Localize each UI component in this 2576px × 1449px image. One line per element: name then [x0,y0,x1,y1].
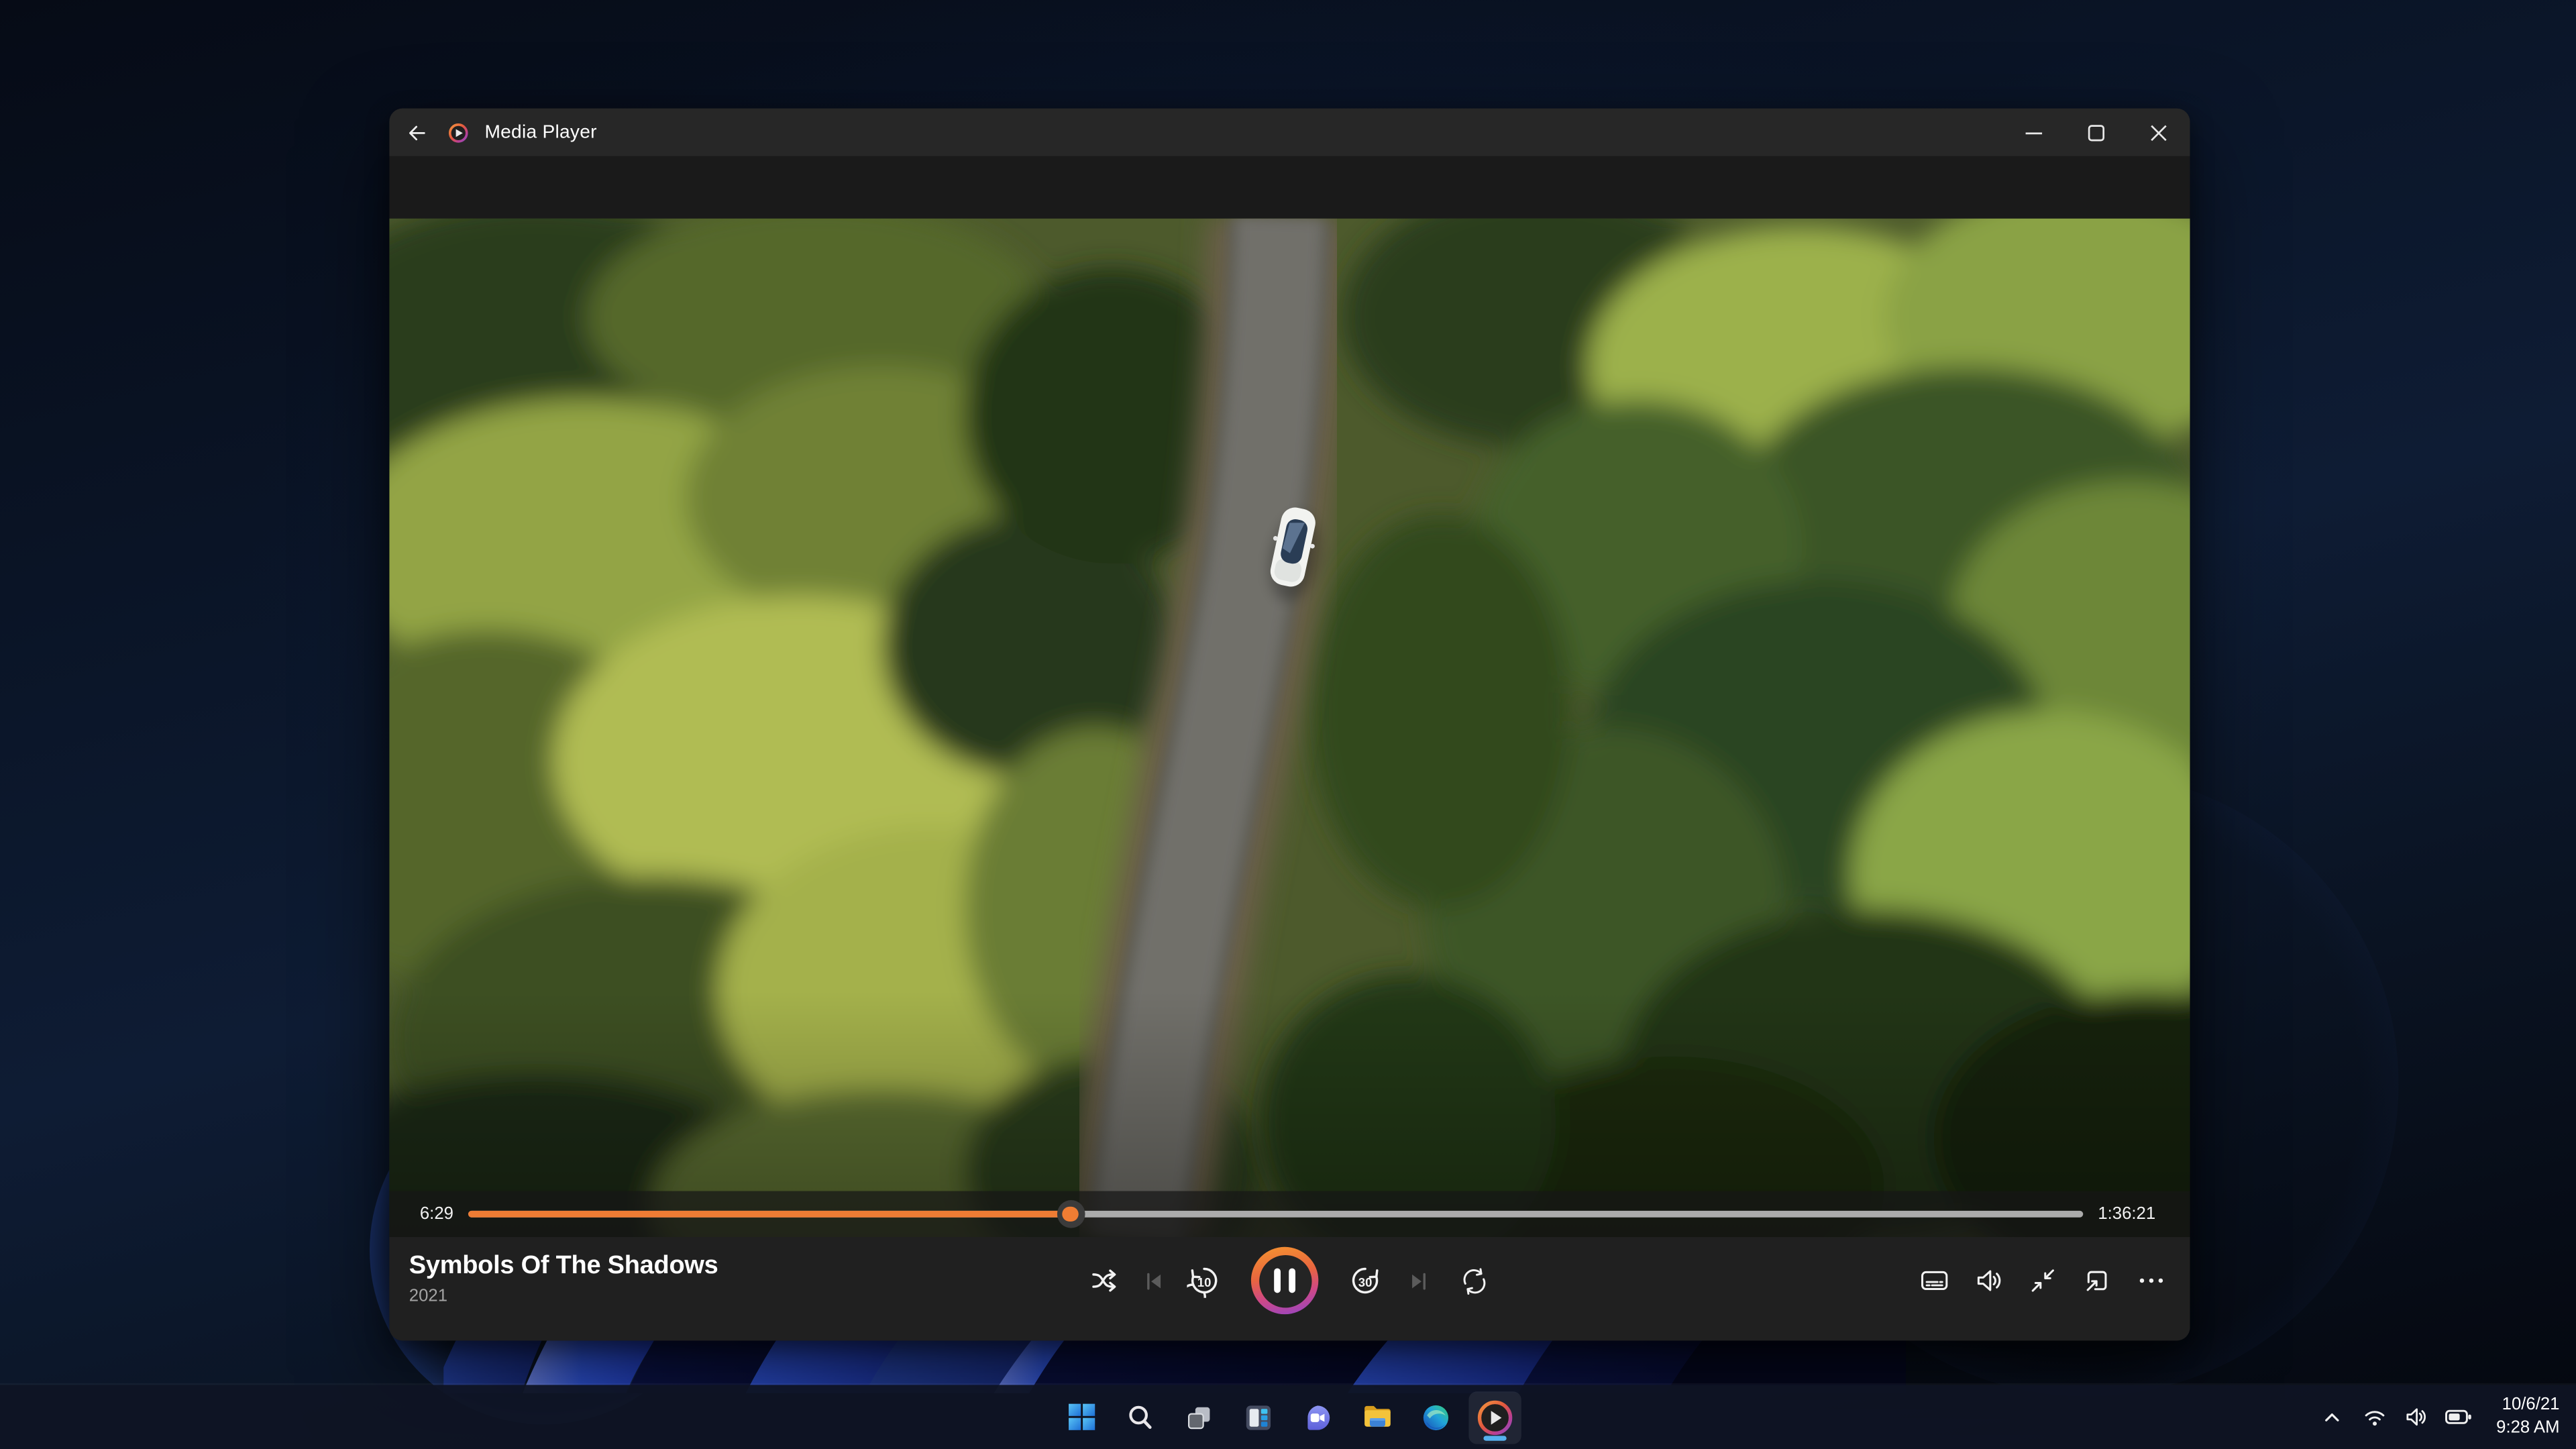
more-options-icon [2135,1265,2166,1297]
skip-back-10-button[interactable]: 10 [1187,1263,1221,1297]
chevron-up-icon [2321,1406,2343,1428]
media-player-app-icon [449,122,468,142]
transport-controls: 10 30 [1088,1237,1491,1324]
repeat-button[interactable] [1458,1264,1491,1297]
pause-icon [1258,1254,1311,1307]
seek-thumb[interactable] [1057,1200,1085,1228]
previous-button[interactable] [1138,1264,1171,1297]
seek-progress-fill [468,1212,1071,1217]
titlebar: Media Player [389,109,2190,156]
minimize-icon [2021,119,2047,146]
tray-chevron-button[interactable] [2316,1397,2349,1437]
media-player-taskbar-button[interactable] [1468,1391,1521,1443]
close-button[interactable] [2127,109,2190,156]
next-icon [1407,1269,1430,1292]
tray-time: 9:28 AM [2496,1417,2559,1438]
subtitles-button[interactable] [1917,1264,1950,1297]
media-player-window: Media Player [389,109,2190,1341]
skip-forward-30-button[interactable]: 30 [1348,1263,1382,1297]
next-button[interactable] [1402,1264,1435,1297]
current-time: 6:29 [409,1204,453,1224]
media-title: Symbols Of The Shadows [409,1252,718,1280]
previous-icon [1142,1269,1165,1292]
widgets-button[interactable] [1232,1391,1285,1443]
wifi-icon [2363,1405,2387,1430]
search-icon [1126,1402,1155,1432]
window-title: Media Player [484,122,596,142]
wifi-button[interactable] [2360,1397,2390,1437]
system-tray: 10/6/21 9:28 AM [2316,1385,2560,1449]
subtitles-icon [1918,1265,1949,1297]
svg-text:30: 30 [1358,1275,1373,1289]
file-explorer-button[interactable] [1350,1391,1403,1443]
taskbar-center-icons [1055,1391,1521,1443]
seek-track[interactable] [468,1212,2083,1217]
back-arrow-icon [406,121,429,144]
windows-start-icon [1067,1403,1095,1431]
maximize-icon [2083,119,2109,146]
desktop: Media Player [0,0,2576,1449]
skip-back-10-icon: 10 [1187,1263,1221,1297]
media-year: 2021 [409,1287,718,1306]
active-app-indicator [1483,1435,1506,1440]
shuffle-button[interactable] [1088,1264,1121,1297]
repeat-icon [1460,1266,1489,1295]
battery-icon [2445,1403,2473,1431]
taskbar: 10/6/21 9:28 AM [0,1385,2576,1449]
total-time: 1:36:21 [2098,1204,2170,1224]
back-button[interactable] [389,109,445,156]
search-button[interactable] [1114,1391,1166,1443]
speaker-icon [2404,1405,2428,1430]
shuffle-icon [1091,1267,1119,1295]
seek-bar-strip: 6:29 1:36:21 [389,1191,2190,1238]
start-button[interactable] [1055,1391,1107,1443]
battery-button[interactable] [2442,1397,2475,1437]
task-view-button[interactable] [1173,1391,1226,1443]
close-icon [2145,119,2171,146]
volume-icon [1972,1265,2004,1297]
maximize-button[interactable] [2065,109,2127,156]
widgets-icon [1244,1402,1273,1432]
chat-icon [1303,1402,1332,1432]
mini-player-button[interactable] [2026,1264,2059,1297]
more-options-button[interactable] [2134,1264,2167,1297]
svg-text:10: 10 [1197,1275,1212,1289]
edge-button[interactable] [1409,1391,1462,1443]
playback-control-bar: Symbols Of The Shadows 2021 [389,1237,2190,1340]
cast-to-device-icon [2081,1265,2112,1297]
file-explorer-icon [1361,1401,1393,1433]
cast-to-device-button[interactable] [2080,1264,2112,1297]
pause-button[interactable] [1251,1247,1318,1314]
caption-buttons [2002,109,2190,156]
mini-player-icon [2027,1265,2058,1297]
media-info: Symbols Of The Shadows 2021 [409,1252,718,1306]
tray-volume-button[interactable] [2401,1397,2430,1437]
task-view-icon [1185,1402,1214,1432]
video-viewport[interactable]: 6:29 1:36:21 [389,219,2190,1237]
clock[interactable]: 10/6/21 9:28 AM [2496,1395,2559,1438]
minimize-button[interactable] [2002,109,2065,156]
utility-controls [1917,1237,2167,1324]
chat-button[interactable] [1291,1391,1344,1443]
edge-icon [1421,1402,1450,1432]
media-player-icon [1477,1399,1513,1435]
volume-button[interactable] [1972,1264,2004,1297]
skip-forward-30-icon: 30 [1348,1263,1382,1297]
video-frame-forest-road [389,219,2190,1237]
tray-date: 10/6/21 [2502,1395,2560,1417]
